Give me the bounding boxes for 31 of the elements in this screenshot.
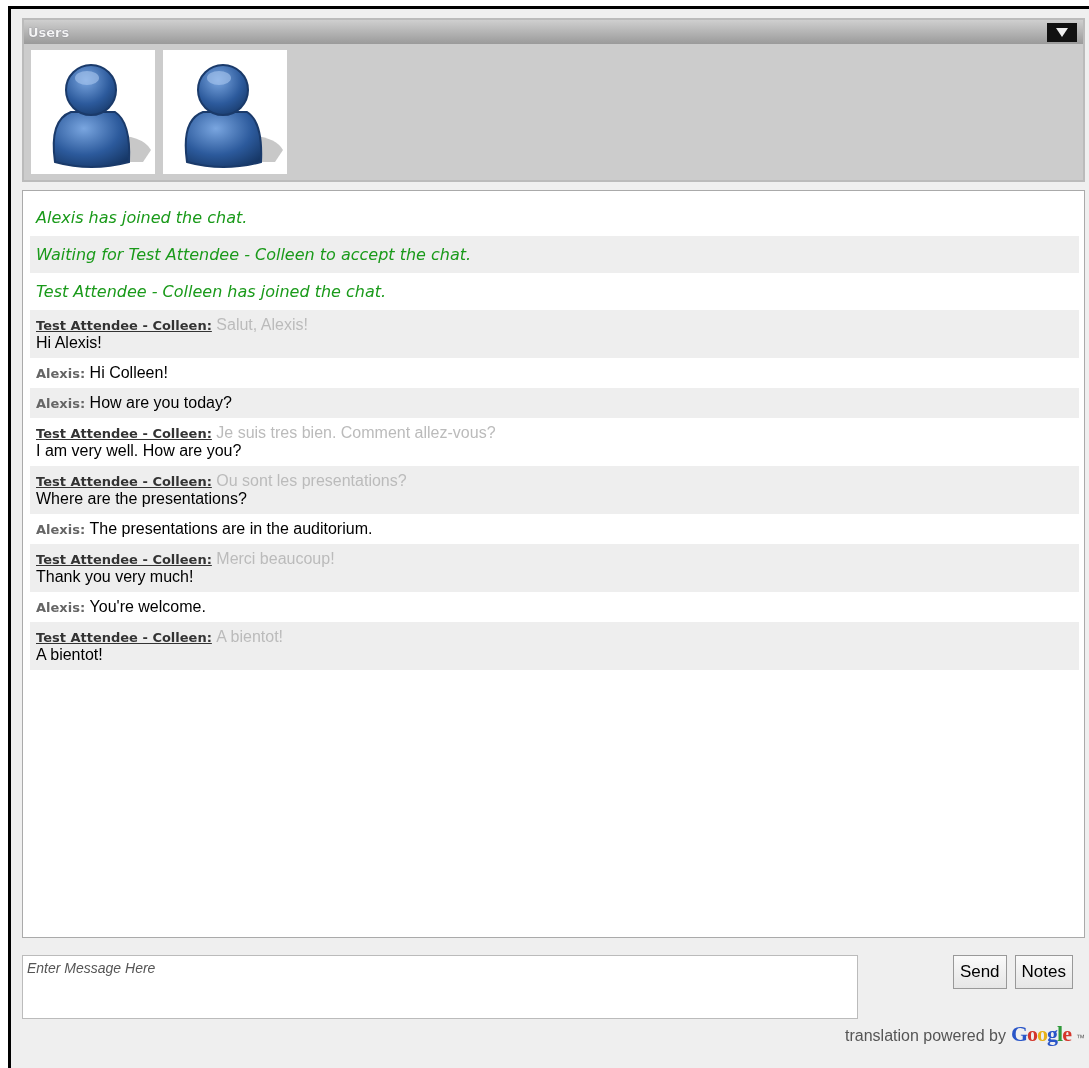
system-message: Waiting for Test Attendee - Colleen to accept the chat. [36, 244, 473, 266]
message-text: How are you today? [89, 394, 232, 411]
sender-name: Alexis: [36, 366, 86, 381]
system-message: Alexis has joined the chat. [36, 207, 249, 229]
message-text: The presentations are in the auditorium. [89, 520, 373, 537]
original-message: Je suis tres bien. Comment allez-vous? [216, 424, 496, 441]
sender-name[interactable]: Test Attendee - Colleen: [36, 630, 212, 645]
translated-message: I am very well. How are you? [36, 442, 243, 460]
caret-icon [1056, 27, 1068, 37]
action-button[interactable]: Send [952, 955, 1007, 989]
sender-name: Alexis: [36, 522, 86, 537]
translated-message: Where are the presentations? [36, 490, 248, 508]
sender-name: Alexis: [36, 600, 86, 615]
sender-name[interactable]: Test Attendee - Colleen: [36, 426, 212, 441]
sender-name[interactable]: Test Attendee - Colleen: [36, 318, 212, 333]
sender-name: Alexis: [36, 396, 86, 411]
action-button[interactable]: Notes [1014, 955, 1073, 989]
trademark: ™ [1076, 1033, 1085, 1043]
message-text: Hi Colleen! [89, 364, 168, 381]
system-message: Test Attendee - Colleen has joined the chat. [36, 281, 388, 303]
logo: Google [1011, 1021, 1071, 1047]
sender-name[interactable]: Test Attendee - Colleen: [36, 552, 212, 567]
message-text: You're welcome. [89, 598, 206, 615]
translated-message: Thank you very much! [36, 568, 195, 586]
panel-title: Users [28, 24, 70, 40]
sender-name[interactable]: Test Attendee - Colleen: [36, 474, 212, 489]
message-field[interactable]: Enter Message Here [22, 955, 858, 1019]
footer-text: translation powered by [845, 1027, 1006, 1045]
translated-message: A bientot! [36, 646, 104, 664]
translated-message: Hi Alexis! [36, 334, 103, 352]
dropdown-button[interactable] [1047, 22, 1077, 42]
